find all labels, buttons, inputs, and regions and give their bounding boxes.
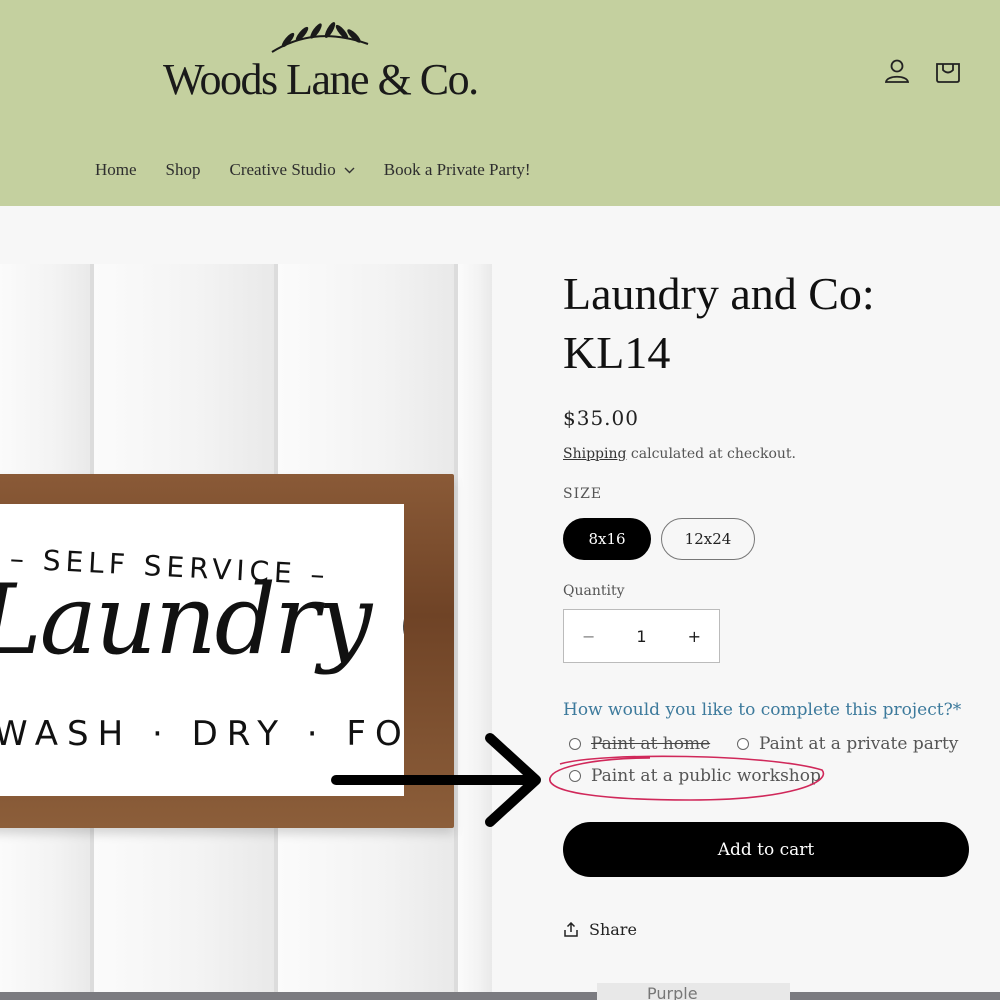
cart-icon[interactable] (933, 56, 963, 86)
nav-creative-studio[interactable]: Creative Studio (230, 160, 355, 180)
quantity-increment-button[interactable]: + (688, 627, 701, 646)
share-button[interactable]: Share (563, 920, 637, 939)
bottom-overlay-label: Purple (647, 984, 698, 1000)
product-title-line1: Laundry and Co: (563, 268, 875, 319)
site-header: Woods Lane & Co. Home Shop Creative Stud… (0, 0, 1000, 206)
add-to-cart-button[interactable]: Add to cart (563, 822, 969, 877)
size-label: SIZE (563, 486, 603, 502)
size-option-8x16[interactable]: 8x16 (563, 518, 651, 560)
quantity-input[interactable]: 1 (636, 627, 646, 646)
product-title: Laundry and Co: KL14 (563, 264, 983, 382)
laurel-logo-icon (271, 22, 369, 53)
chevron-down-icon (344, 167, 355, 173)
project-question-label: How would you like to complete this proj… (563, 700, 962, 720)
nav-shop[interactable]: Shop (166, 160, 201, 180)
brand-logo-text[interactable]: Woods Lane & Co. (163, 54, 479, 105)
product-title-line2: KL14 (563, 327, 671, 378)
main-nav: Home Shop Creative Studio Book a Private… (95, 160, 560, 180)
bottom-bar (0, 992, 1000, 1000)
quantity-label: Quantity (563, 583, 625, 599)
nav-book-private-party[interactable]: Book a Private Party! (384, 160, 531, 180)
option-paint-at-home[interactable]: Paint at home (569, 734, 710, 754)
share-label: Share (589, 920, 637, 939)
option-label: Paint at home (591, 734, 711, 754)
nav-creative-studio-label: Creative Studio (229, 160, 336, 179)
radio-button[interactable] (737, 738, 749, 750)
nav-home[interactable]: Home (95, 160, 137, 180)
size-option-12x24[interactable]: 12x24 (661, 518, 755, 560)
quantity-decrement-button[interactable]: − (582, 627, 595, 646)
shipping-note: Shipping calculated at checkout. (563, 446, 796, 462)
shipping-link[interactable]: Shipping (563, 446, 626, 462)
option-paint-private-party[interactable]: Paint at a private party (737, 734, 958, 754)
annotation-circle-icon (549, 755, 825, 801)
product-price: $35.00 (563, 406, 639, 430)
sign-main-text: Laundry Co. (0, 564, 404, 676)
wall-plank (458, 264, 492, 1000)
radio-button[interactable] (569, 738, 581, 750)
account-icon[interactable] (882, 56, 912, 86)
option-label: Paint at a private party (759, 734, 959, 754)
annotation-arrow-icon (331, 733, 541, 827)
shipping-note-text: calculated at checkout. (630, 446, 797, 462)
quantity-stepper: − 1 + (563, 609, 720, 663)
bottom-overlay-tab: Purple (597, 983, 790, 1000)
product-info: Laundry and Co: KL14 $35.00 Shipping cal… (563, 264, 983, 786)
share-icon (564, 921, 578, 937)
